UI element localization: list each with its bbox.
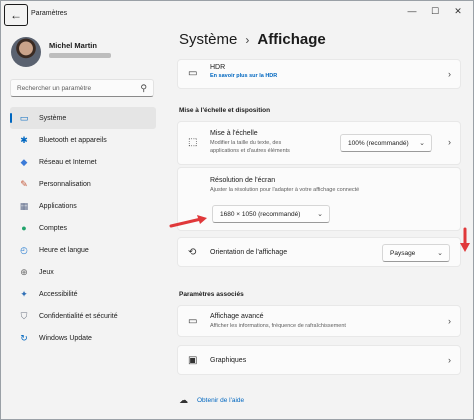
settings-window: ← Paramètres — ☐ ✕ Michel Martin Recherc… <box>0 0 474 420</box>
app-title: Paramètres <box>31 10 68 17</box>
clock-globe-icon: ◴ <box>20 244 28 255</box>
gamepad-icon: ⊕ <box>20 266 28 277</box>
graphics-card-icon: ▣ <box>188 355 198 366</box>
sidebar-item-label: Réseau et Internet <box>39 158 97 166</box>
sidebar-item-systeme[interactable]: ▭ Système <box>10 107 156 129</box>
scale-subtitle-line1: Modifier la taille du texte, des <box>210 140 282 146</box>
sidebar-item-confidentialite[interactable]: ⛉ Confidentialité et sécurité <box>10 305 156 327</box>
scale-subtitle-line2: applications et d'autres éléments <box>210 148 290 154</box>
back-arrow-icon: ← <box>10 8 22 22</box>
sidebar-item-label: Accessibilité <box>39 290 78 298</box>
resolution-card: Résolution de l'écran Ajuster la résolut… <box>177 167 461 231</box>
page-title: Affichage <box>257 31 326 48</box>
section-heading-scale: Mise à l'échelle et disposition <box>179 107 271 114</box>
hdr-icon: ▭ <box>188 68 198 79</box>
chevron-right-icon: › <box>448 69 451 79</box>
sidebar-item-comptes[interactable]: ● Comptes <box>10 217 156 239</box>
resolution-subtitle: Ajuster la résolution pour l'adapter à v… <box>210 187 360 193</box>
help-icon: ☁ <box>179 395 188 405</box>
scale-dropdown-value: 100% (recommandé) <box>348 140 409 147</box>
resolution-title: Résolution de l'écran <box>210 177 276 184</box>
update-icon: ↻ <box>20 332 28 343</box>
advanced-display-card[interactable]: ▭ Affichage avancé Afficher les informat… <box>177 305 461 337</box>
avatar[interactable] <box>11 37 41 67</box>
advanced-display-title: Affichage avancé <box>210 313 264 320</box>
hdr-learn-more-link[interactable]: En savoir plus sur la HDR <box>210 73 277 80</box>
search-placeholder: Rechercher un paramètre <box>17 85 92 92</box>
chevron-down-icon: ⌄ <box>317 211 323 218</box>
shield-icon: ⛉ <box>20 310 28 321</box>
maximize-button[interactable]: ☐ <box>427 6 443 17</box>
sidebar-item-accessibilite[interactable]: ✦ Accessibilité <box>10 283 156 305</box>
orientation-dropdown[interactable]: Paysage ⌄ <box>382 244 450 262</box>
sidebar-item-reseau[interactable]: ◆ Réseau et Internet <box>10 151 156 173</box>
sidebar-item-label: Bluetooth et appareils <box>39 136 107 144</box>
sidebar-item-label: Système <box>39 114 67 122</box>
wifi-icon: ◆ <box>20 156 28 167</box>
orientation-card: ⟲ Orientation de l'affichage Paysage ⌄ <box>177 237 461 267</box>
sidebar-item-label: Jeux <box>39 268 54 276</box>
graphics-title: Graphiques <box>210 357 247 364</box>
monitor-icon: ▭ <box>188 316 198 327</box>
resolution-dropdown-value: 1680 × 1050 (recommandé) <box>220 211 301 218</box>
sidebar-item-personnalisation[interactable]: ✎ Personnalisation <box>10 173 156 195</box>
sidebar-item-label: Applications <box>39 202 77 210</box>
scale-icon: ⬚ <box>188 137 198 148</box>
user-email-redacted <box>49 53 111 58</box>
sidebar-item-label: Windows Update <box>39 334 92 342</box>
bluetooth-icon: ✱ <box>20 134 28 145</box>
help-link[interactable]: Obtenir de l'aide <box>197 397 244 404</box>
scale-dropdown[interactable]: 100% (recommandé) ⌄ <box>340 134 432 152</box>
minimize-button[interactable]: — <box>404 6 420 16</box>
chevron-down-icon: ⌄ <box>437 250 443 257</box>
sidebar-item-windows-update[interactable]: ↻ Windows Update <box>10 327 156 349</box>
back-button[interactable]: ← <box>4 4 28 26</box>
close-button[interactable]: ✕ <box>450 6 466 17</box>
resolution-dropdown[interactable]: 1680 × 1050 (recommandé) ⌄ <box>212 205 330 223</box>
display-icon: ▭ <box>19 112 29 123</box>
search-icon[interactable]: ⚲ <box>140 83 147 94</box>
breadcrumb-separator: › <box>245 33 250 47</box>
account-icon: ● <box>21 223 27 233</box>
chevron-down-icon: ⌄ <box>419 140 425 147</box>
title-bar: ← Paramètres — ☐ ✕ <box>1 1 473 29</box>
orientation-icon: ⟲ <box>188 247 197 258</box>
sidebar-item-jeux[interactable]: ⊕ Jeux <box>10 261 156 283</box>
hdr-card[interactable]: ▭ HDR En savoir plus sur la HDR › <box>177 59 461 89</box>
annotation-arrow-icon <box>169 215 207 228</box>
sidebar-item-label: Confidentialité et sécurité <box>39 312 118 320</box>
apps-icon: ▦ <box>19 200 29 211</box>
graphics-card[interactable]: ▣ Graphiques › <box>177 345 461 375</box>
scale-title: Mise à l'échelle <box>210 130 258 137</box>
chevron-right-icon: › <box>448 137 451 147</box>
sidebar-item-heure-langue[interactable]: ◴ Heure et langue <box>10 239 156 261</box>
orientation-dropdown-value: Paysage <box>390 250 416 257</box>
chevron-right-icon: › <box>448 316 451 326</box>
breadcrumb: Système › Affichage <box>179 31 326 48</box>
user-name: Michel Martin <box>49 41 97 50</box>
breadcrumb-parent[interactable]: Système <box>179 31 237 48</box>
scale-card[interactable]: ⬚ Mise à l'échelle Modifier la taille du… <box>177 121 461 165</box>
sidebar-item-applications[interactable]: ▦ Applications <box>10 195 156 217</box>
advanced-display-subtitle: Afficher les informations, fréquence de … <box>210 323 346 329</box>
sidebar-nav: ▭ Système ✱ Bluetooth et appareils ◆ Rés… <box>10 107 156 349</box>
hdr-title: HDR <box>210 64 226 71</box>
orientation-title: Orientation de l'affichage <box>210 249 288 256</box>
accessibility-icon: ✦ <box>20 288 28 299</box>
sidebar-item-label: Heure et langue <box>39 246 89 254</box>
scrollbar[interactable] <box>467 31 470 411</box>
search-input[interactable]: Rechercher un paramètre ⚲ <box>10 79 154 97</box>
brush-icon: ✎ <box>20 178 28 189</box>
section-heading-related: Paramètres associés <box>179 291 244 298</box>
chevron-right-icon: › <box>448 355 451 365</box>
sidebar-item-label: Comptes <box>39 224 68 232</box>
sidebar-item-label: Personnalisation <box>39 180 91 188</box>
sidebar-item-bluetooth[interactable]: ✱ Bluetooth et appareils <box>10 129 156 151</box>
